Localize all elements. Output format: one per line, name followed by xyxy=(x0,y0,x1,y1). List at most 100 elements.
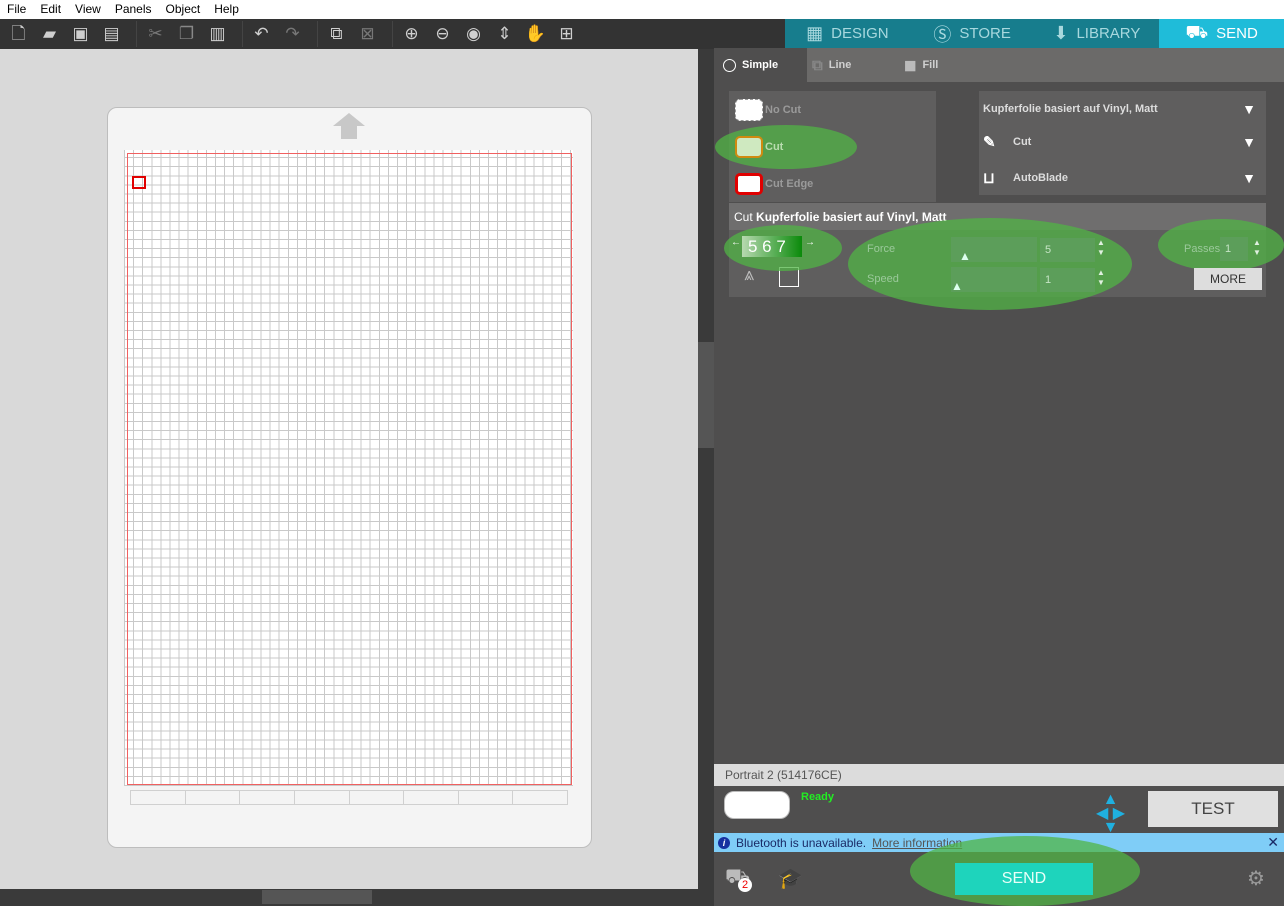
gear-icon[interactable]: ⚙ xyxy=(1247,866,1265,891)
menu-help[interactable]: Help xyxy=(207,0,246,19)
square-icon[interactable] xyxy=(779,267,799,287)
tab-send[interactable]: ⛟ SEND xyxy=(1159,19,1284,48)
more-button[interactable]: MORE xyxy=(1194,268,1262,290)
redo-icon[interactable]: ↷ xyxy=(280,22,305,46)
new-file-icon[interactable]: 🗋 xyxy=(6,22,31,46)
copy-icon[interactable]: ❐ xyxy=(174,22,199,46)
cut-header-material: Kupferfolie basiert auf Vinyl, Matt xyxy=(756,210,947,224)
feed-direction-arrow-icon xyxy=(333,113,365,126)
device-name[interactable]: Portrait 2 (514176CE) xyxy=(714,764,1284,786)
group-icon[interactable]: ⧉ xyxy=(324,22,349,46)
subtab-label: Simple xyxy=(742,59,779,71)
slider-handle-icon[interactable]: ▲ xyxy=(959,249,971,263)
speed-stepper-icon[interactable]: ▲ ▼ xyxy=(1097,268,1105,288)
open-folder-icon[interactable]: ▰ xyxy=(37,22,62,46)
radio-icon xyxy=(723,58,736,72)
send-mode-tabs: Simple ⧉ Line ◼ Fill xyxy=(714,48,1284,82)
device-status: Ready xyxy=(801,791,835,803)
main-tabs: ▦ DESIGN Ⓢ STORE ⬇ LIBRARY ⛟ SEND xyxy=(785,19,1284,48)
tab-label: SEND xyxy=(1216,25,1258,42)
hand-icon[interactable]: ✋ xyxy=(523,22,548,46)
dropdown-triangle-icon: ▼ xyxy=(1242,134,1256,150)
tab-label: LIBRARY xyxy=(1076,25,1141,42)
cut-mode-label: Cut Edge xyxy=(765,178,814,190)
send-button[interactable]: SEND xyxy=(955,863,1093,895)
material-panel: Kupferfolie basiert auf Vinyl, Matt ▼ ✎ Cu… xyxy=(979,91,1266,195)
cut-mode-cut-edge[interactable]: Cut Edge xyxy=(735,173,813,195)
divider xyxy=(136,21,137,47)
passes-input[interactable]: 1 xyxy=(1220,237,1248,261)
tab-design[interactable]: ▦ DESIGN xyxy=(785,19,910,48)
cut-mode-label: No Cut xyxy=(765,104,802,116)
library-icon: ⬇ xyxy=(1053,23,1069,43)
action-value: Cut xyxy=(1013,136,1032,148)
divider xyxy=(317,21,318,47)
divider xyxy=(392,21,393,47)
ungroup-icon[interactable]: ⊠ xyxy=(355,22,380,46)
vertical-scrollbar[interactable] xyxy=(698,49,714,906)
force-input[interactable]: 5 xyxy=(1040,238,1095,262)
close-icon[interactable]: ✕ xyxy=(1267,834,1279,851)
tool-select[interactable]: ⊔ AutoBlade ▼ xyxy=(983,169,1256,187)
material-value: Kupferfolie basiert auf Vinyl, Matt xyxy=(983,103,1158,115)
blade-depth-dial[interactable]: 5 6 7 xyxy=(742,236,802,257)
subtab-fill[interactable]: ◼ Fill xyxy=(904,48,938,82)
more-information-link[interactable]: More information xyxy=(872,836,962,850)
menu-view[interactable]: View xyxy=(68,0,108,19)
zoom-fit-icon[interactable]: ◉ xyxy=(461,22,486,46)
menu-object[interactable]: Object xyxy=(159,0,208,19)
slider-handle-icon[interactable]: ▲ xyxy=(951,279,963,293)
menu-file[interactable]: File xyxy=(0,0,33,19)
speed-slider[interactable]: ▲ xyxy=(951,267,1037,293)
cut-mode-label: Cut xyxy=(765,141,784,153)
cut-mode-panel: No Cut Cut Cut Edge xyxy=(729,91,936,202)
registration-square[interactable] xyxy=(132,176,146,189)
vertical-scroll-thumb[interactable] xyxy=(698,342,714,448)
material-select[interactable]: Kupferfolie basiert auf Vinyl, Matt ▼ xyxy=(983,101,1256,117)
subtab-line[interactable]: ⧉ Line xyxy=(812,48,851,82)
blade-left-arrow-icon[interactable]: ← xyxy=(731,237,741,248)
store-s-icon: Ⓢ xyxy=(933,24,952,45)
cut-header-prefix: Cut xyxy=(734,210,753,224)
blade-icon: ✎ xyxy=(983,134,996,151)
grid-icon: ▦ xyxy=(806,23,824,43)
bluetooth-notice: i Bluetooth is unavailable. More informa… xyxy=(714,833,1284,852)
speed-input[interactable]: 1 xyxy=(1040,268,1095,292)
zoom-select-icon[interactable]: ⊞ xyxy=(554,22,579,46)
print-icon[interactable]: ▤ xyxy=(99,22,124,46)
menu-edit[interactable]: Edit xyxy=(33,0,68,19)
cut-edge-icon xyxy=(735,173,763,195)
dropdown-triangle-icon: ▼ xyxy=(1242,170,1256,186)
zoom-in-icon[interactable]: ⊕ xyxy=(399,22,424,46)
passes-label: Passes xyxy=(1184,243,1221,255)
subtab-label: Fill xyxy=(922,59,939,71)
force-stepper-icon[interactable]: ▲ ▼ xyxy=(1097,238,1105,258)
tab-store[interactable]: Ⓢ STORE xyxy=(910,19,1035,48)
undo-icon[interactable]: ↶ xyxy=(249,22,274,46)
move-blade-arrows-icon[interactable]: ▲ ◀ ▶ ▼ xyxy=(1096,792,1125,836)
blade-right-arrow-icon[interactable]: → xyxy=(805,237,815,248)
action-select[interactable]: ✎ Cut ▼ xyxy=(983,133,1256,151)
scissors-icon[interactable]: ✂ xyxy=(143,22,168,46)
queue-count-badge: 2 xyxy=(738,878,752,892)
force-slider[interactable]: ▲ xyxy=(951,237,1037,263)
line-icon: ⧉ xyxy=(812,56,823,74)
cut-area-border xyxy=(127,153,572,785)
test-button[interactable]: TEST xyxy=(1148,791,1278,827)
menu-panels[interactable]: Panels xyxy=(108,0,159,19)
toolbar: 🗋 ▰ ▣ ▤ ✂ ❐ ▥ ↶ ↷ ⧉ ⊠ ⊕ ⊖ ◉ ⇕ ✋ ⊞ xyxy=(0,19,785,49)
save-icon[interactable]: ▣ xyxy=(68,22,93,46)
zoom-out-icon[interactable]: ⊖ xyxy=(430,22,455,46)
graduation-cap-icon[interactable]: 🎓 xyxy=(778,866,803,891)
force-label: Force xyxy=(867,243,896,255)
cut-mode-cut[interactable]: Cut xyxy=(735,136,783,158)
paste-icon[interactable]: ▥ xyxy=(205,22,230,46)
move-arrows-icon[interactable]: ⇕ xyxy=(492,22,517,46)
speed-label: Speed xyxy=(867,273,899,285)
cut-mode-no-cut[interactable]: No Cut xyxy=(735,99,801,121)
passes-stepper-icon[interactable]: ▲ ▼ xyxy=(1253,238,1261,258)
tab-library[interactable]: ⬇ LIBRARY xyxy=(1035,19,1160,48)
cut-settings-header: Cut Kupferfolie basiert auf Vinyl, Matt xyxy=(729,203,1266,230)
subtab-simple[interactable]: Simple xyxy=(714,48,807,82)
horizontal-scroll-thumb[interactable] xyxy=(262,890,372,904)
